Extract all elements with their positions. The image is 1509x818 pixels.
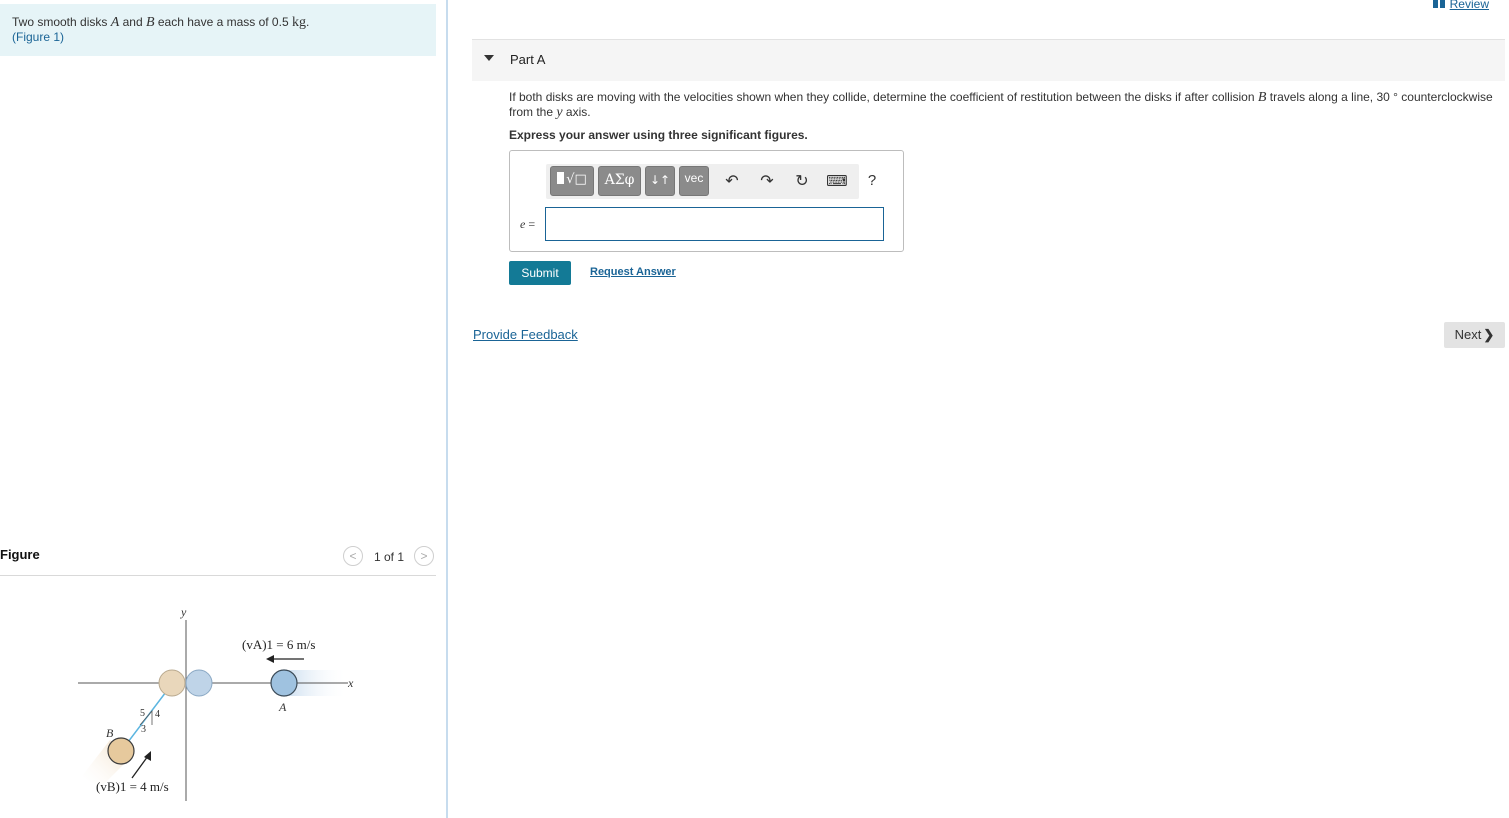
problem-pane: Two smooth disks A and B each have a mas…: [0, 0, 448, 818]
greek-symbols-button[interactable]: ΑΣφ: [598, 166, 641, 196]
redo-icon[interactable]: ↷: [755, 170, 779, 192]
caret-down-icon: [484, 55, 494, 61]
collision-figure: x y A B (vA)1 = 6 m/s (vB)1 = 4 m/s 5 4 …: [78, 605, 354, 801]
problem-intro: Two smooth disks A and B each have a mas…: [0, 4, 436, 56]
answer-box: √□ ΑΣφ ↓↑ vec ↶ ↷ ↻ ⌨ ? e =: [509, 150, 904, 252]
slope-4-label: 4: [155, 709, 160, 720]
velocity-b-label: (vB)1 = 4 m/s: [96, 779, 169, 794]
disk-a-label: A: [278, 700, 287, 714]
part-title: Part A: [510, 52, 546, 67]
submit-button[interactable]: Submit: [509, 261, 571, 285]
disk-b: [107, 737, 135, 765]
chevron-right-icon: ❯: [1483, 327, 1495, 342]
chevron-left-icon: <: [349, 549, 357, 563]
figure-next-button[interactable]: >: [414, 546, 434, 566]
velocity-b-arrow: [131, 755, 149, 779]
next-button[interactable]: Next ❯: [1444, 322, 1505, 348]
figure-link[interactable]: (Figure 1): [12, 30, 424, 45]
figure-header: Figure < 1 of 1 >: [0, 544, 436, 576]
answer-instruction: Express your answer using three signific…: [509, 128, 808, 142]
x-axis-label: x: [347, 676, 354, 690]
slope-5-label: 5: [140, 708, 145, 719]
part-a-header[interactable]: Part A: [472, 39, 1505, 81]
disk-b-ghost: [158, 669, 186, 697]
figure-counter: 1 of 1: [374, 550, 405, 564]
chevron-right-icon: >: [420, 549, 428, 563]
arrows-button[interactable]: ↓↑: [645, 166, 675, 196]
velocity-a-arrowhead: [266, 655, 274, 663]
question-text: If both disks are moving with the veloci…: [509, 90, 1493, 120]
y-axis-label: y: [180, 605, 187, 619]
request-answer-link[interactable]: Request Answer: [590, 266, 676, 278]
mass-unit: kg: [291, 15, 306, 30]
disk-a: [270, 669, 298, 697]
square-icon: [557, 172, 565, 184]
book-icon: [1432, 0, 1445, 8]
review-link[interactable]: Review: [1432, 0, 1489, 11]
reset-icon[interactable]: ↻: [790, 170, 814, 192]
velocity-a-label: (vA)1 = 6 m/s: [242, 637, 315, 652]
answer-input[interactable]: [545, 207, 884, 241]
math-toolbar: √□ ΑΣφ ↓↑ vec ↶ ↷ ↻ ⌨ ?: [546, 164, 876, 199]
var-b: B: [145, 15, 155, 30]
help-icon[interactable]: ?: [860, 170, 884, 192]
keyboard-icon[interactable]: ⌨: [825, 170, 849, 192]
undo-icon[interactable]: ↶: [720, 170, 744, 192]
provide-feedback-link[interactable]: Provide Feedback: [473, 327, 578, 342]
var-a: A: [110, 15, 120, 30]
figure-title: Figure: [0, 547, 40, 562]
answer-variable-label: e =: [520, 217, 536, 231]
vector-button[interactable]: vec: [679, 166, 709, 196]
templates-button[interactable]: √□: [550, 166, 594, 196]
slope-3-label: 3: [141, 724, 146, 735]
figure-prev-button[interactable]: <: [343, 546, 363, 566]
disk-a-ghost: [185, 669, 213, 697]
disk-b-label: B: [106, 726, 114, 740]
problem-statement: Two smooth disks A and B each have a mas…: [12, 15, 310, 30]
